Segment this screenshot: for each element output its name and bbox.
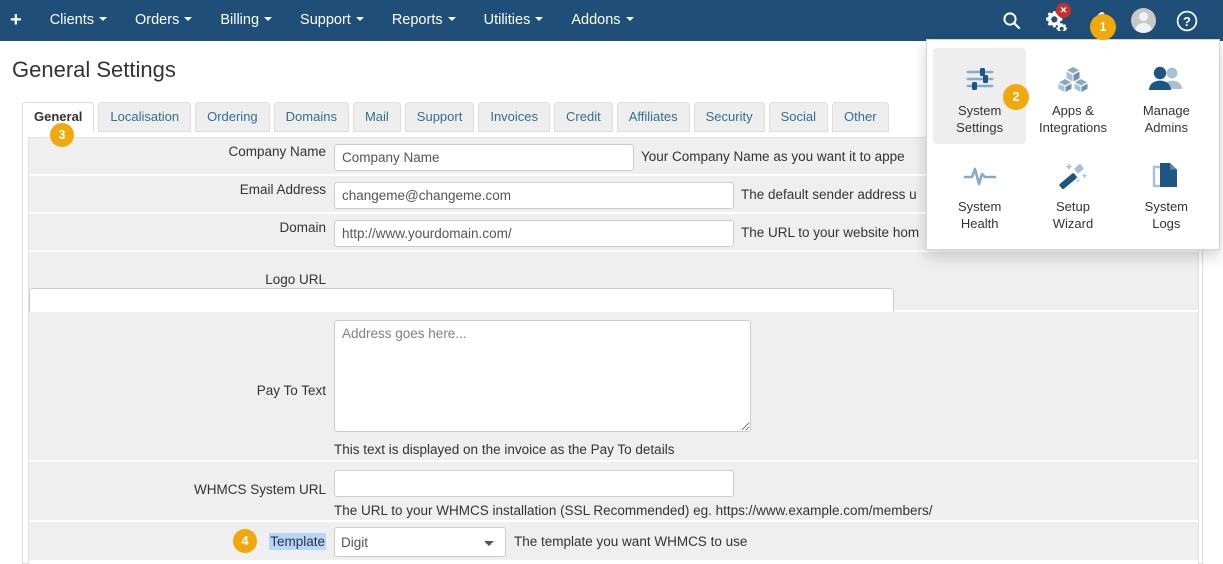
plus-icon[interactable]: + (0, 10, 36, 30)
tab-affiliates[interactable]: Affiliates (616, 102, 690, 132)
chevron-down-icon (535, 17, 544, 22)
system-settings-button[interactable]: ✕ (1033, 0, 1077, 41)
help-email-address: The default sender address u (741, 187, 917, 202)
logo-url-input[interactable] (29, 288, 894, 315)
heartbeat-icon (963, 158, 997, 192)
label-logo-url: Logo URL (265, 272, 326, 287)
help-domain: The URL to your website hom (741, 225, 920, 240)
label-pay-to-text: Pay To Text (256, 383, 326, 398)
nav-label-clients: Clients (49, 12, 95, 28)
tab-invoices[interactable]: Invoices (478, 102, 551, 132)
whmcs-system-url-input[interactable] (334, 470, 734, 497)
chevron-down-icon (264, 17, 273, 22)
help-button[interactable]: ? (1165, 0, 1209, 41)
annotation-marker-1: 1 (1090, 14, 1116, 40)
label-email-address: Email Address (239, 182, 326, 197)
settings-tabs: General Localisation Ordering Domains Ma… (22, 102, 893, 132)
tab-credit[interactable]: Credit (554, 102, 613, 132)
label-whmcs-system-url: WHMCS System URL (193, 482, 326, 497)
help-pay-to-text: This text is displayed on the invoice as… (334, 441, 675, 457)
settings-dropdown-grid: System Settings Apps & Integrations Mana… (933, 48, 1213, 240)
search-button[interactable] (989, 0, 1033, 41)
nav-item-reports[interactable]: Reports (378, 0, 470, 41)
dropdown-item-apps-integrations[interactable]: Apps & Integrations (1026, 48, 1119, 144)
svg-text:?: ? (1183, 14, 1191, 29)
dropdown-item-system-health[interactable]: System Health (933, 144, 1026, 240)
tab-security[interactable]: Security (693, 102, 765, 132)
chevron-down-icon (447, 17, 456, 22)
nav-item-addons[interactable]: Addons (557, 0, 647, 41)
label-template-wrap: Template (29, 527, 334, 550)
help-template: The template you want WHMCS to use (514, 534, 748, 549)
control-logo-url (29, 288, 1198, 315)
tab-domains[interactable]: Domains (273, 102, 349, 132)
chevron-down-icon (625, 17, 634, 22)
top-navbar: + Clients Orders Billing Support Reports… (0, 0, 1223, 41)
control-whmcs-system-url (334, 470, 1198, 497)
field-row-template: Template Digit The template you want WHM… (29, 522, 1198, 562)
chevron-down-icon (355, 17, 364, 22)
copy-files-icon (1151, 158, 1181, 192)
domain-input[interactable] (334, 220, 734, 247)
label-domain: Domain (279, 220, 326, 235)
tab-ordering[interactable]: Ordering (195, 102, 270, 132)
nav-item-clients[interactable]: Clients (36, 0, 121, 41)
dropdown-label-manage-admins: Manage Admins (1142, 103, 1190, 135)
nav-label-utilities: Utilities (483, 12, 531, 28)
annotation-marker-2: 2 (1003, 84, 1029, 110)
help-whmcs-system-url: The URL to your WHMCS installation (SSL … (334, 503, 933, 518)
dropdown-item-setup-wizard[interactable]: Setup Wizard (1026, 144, 1119, 240)
nav-label-support: Support (300, 12, 351, 28)
chevron-down-icon (99, 17, 108, 22)
help-icon: ? (1176, 10, 1198, 31)
nav-item-orders[interactable]: Orders (121, 0, 206, 41)
nav-item-utilities[interactable]: Utilities (470, 0, 558, 41)
nav-label-reports: Reports (391, 12, 443, 28)
apps-cubes-icon (1057, 62, 1089, 96)
annotation-marker-3: 3 (50, 123, 74, 147)
search-icon (1002, 12, 1020, 30)
dropdown-item-system-logs[interactable]: System Logs (1120, 144, 1213, 240)
sliders-icon (964, 62, 996, 96)
magic-wand-icon (1057, 158, 1089, 192)
dropdown-label-system-logs: System Logs (1144, 199, 1188, 231)
user-menu-button[interactable] (1121, 0, 1165, 41)
control-template: Digit The template you want WHMCS to use (334, 527, 1198, 557)
tab-support[interactable]: Support (404, 102, 475, 132)
company-name-input[interactable] (334, 144, 634, 171)
dropdown-label-system-health: System Health (957, 199, 1002, 231)
users-icon (1148, 62, 1184, 96)
error-badge: ✕ (1056, 3, 1071, 18)
field-row-whmcs-system-url: WHMCS System URL The URL to your WHMCS i… (29, 462, 1198, 522)
dropdown-label-setup-wizard: Setup Wizard (1052, 199, 1094, 231)
label-company-name: Company Name (228, 144, 326, 159)
nav-label-billing: Billing (220, 12, 260, 28)
nav-label-orders: Orders (135, 12, 180, 28)
tab-social[interactable]: Social (768, 102, 829, 132)
nav-label-addons: Addons (571, 12, 621, 28)
page-title: General Settings (12, 57, 176, 82)
tab-mail[interactable]: Mail (352, 102, 401, 132)
pay-to-text-textarea[interactable]: Address goes here... (334, 320, 751, 432)
dropdown-label-system-settings: System Settings (956, 103, 1004, 135)
avatar (1130, 8, 1156, 33)
label-template: Template (269, 533, 326, 550)
template-select[interactable]: Digit (334, 527, 506, 557)
email-address-input[interactable] (334, 182, 734, 209)
dropdown-item-manage-admins[interactable]: Manage Admins (1120, 48, 1213, 144)
nav-item-support[interactable]: Support (286, 0, 378, 41)
field-row-logo-url: Logo URL Enter your logo URL to display … (29, 252, 1198, 334)
help-company-name: Your Company Name as you want it to appe (641, 149, 905, 164)
annotation-marker-4: 4 (233, 529, 257, 553)
dropdown-label-apps-integrations: Apps & Integrations (1039, 103, 1107, 135)
chevron-down-icon (184, 17, 193, 22)
system-settings-dropdown: System Settings Apps & Integrations Mana… (926, 39, 1220, 250)
tab-other[interactable]: Other (832, 102, 889, 132)
field-row-pay-to-text: Pay To Text Address goes here... This te… (29, 312, 1198, 462)
control-pay-to-text: Address goes here... (334, 320, 1198, 432)
tab-localisation[interactable]: Localisation (98, 102, 192, 132)
nav-item-billing[interactable]: Billing (206, 0, 286, 41)
